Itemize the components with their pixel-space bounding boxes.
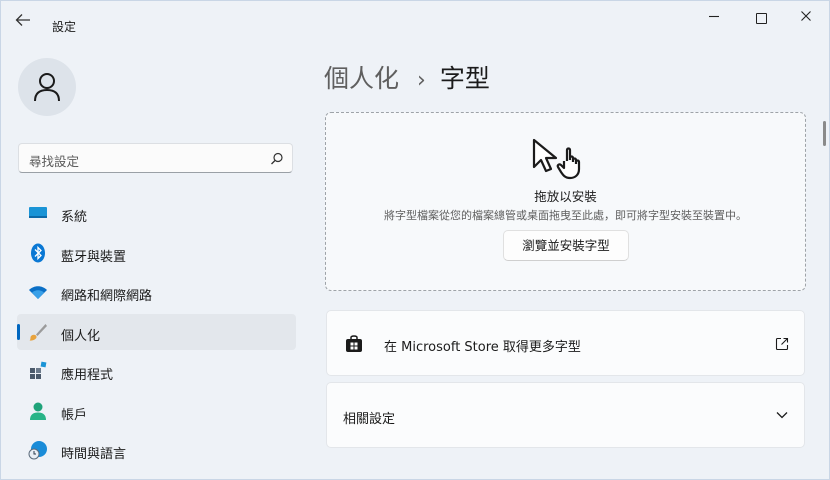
related-settings-expander[interactable]: 相關設定	[326, 382, 805, 448]
sidebar-item-time-language[interactable]: 時間與語言	[17, 432, 296, 468]
sidebar-item-bluetooth[interactable]: 藍牙與裝置	[17, 235, 296, 271]
drop-zone-title: 拖放以安裝	[534, 189, 597, 204]
drop-zone-description: 將字型檔案從您的檔案總管或桌面拖曳至此處，即可將字型安裝至裝置中。	[384, 209, 747, 222]
related-settings-label: 相關設定	[343, 412, 396, 427]
sidebar-item-label: 帳戶	[61, 407, 88, 423]
search-placeholder: 尋找設定	[29, 154, 80, 169]
user-icon	[34, 73, 60, 102]
close-button[interactable]	[790, 7, 822, 29]
sidebar-item-label: 時間與語言	[61, 447, 127, 462]
sidebar-item-label: 網路和網際網路	[61, 289, 153, 304]
bluetooth-icon	[31, 243, 45, 262]
font-drop-zone[interactable]: 拖放以安裝 將字型檔案從您的檔案總管或桌面拖曳至此處，即可將字型安裝至裝置中。 …	[325, 112, 806, 291]
maximize-icon	[755, 12, 767, 24]
microsoft-store-fonts-link[interactable]: 在 Microsoft Store 取得更多字型	[326, 310, 805, 376]
search-icon[interactable]	[270, 152, 284, 166]
external-link-icon	[775, 337, 789, 351]
close-icon	[801, 11, 811, 21]
store-icon	[346, 335, 362, 352]
back-button[interactable]	[15, 13, 35, 29]
wifi-icon	[29, 286, 47, 299]
brush-icon	[29, 323, 47, 341]
back-arrow-icon	[15, 14, 30, 26]
settings-window: 設定 尋找設定 系統 藍牙與裝置 網路和網際網路 個人化 應用程式 帳戶 時間與…	[0, 0, 830, 480]
account-icon	[30, 402, 46, 420]
user-avatar[interactable]	[18, 58, 76, 116]
sidebar-item-apps[interactable]: 應用程式	[17, 353, 296, 389]
settings-search[interactable]: 尋找設定	[18, 143, 293, 173]
maximize-button[interactable]	[745, 7, 777, 29]
sidebar-nav: 系統 藍牙與裝置 網路和網際網路 個人化 應用程式 帳戶 時間與語言	[17, 195, 296, 472]
minimize-button[interactable]	[698, 7, 730, 29]
sidebar-item-label: 應用程式	[61, 368, 114, 383]
store-link-label: 在 Microsoft Store 取得更多字型	[384, 340, 581, 355]
selection-indicator	[17, 323, 20, 340]
sidebar-item-accounts[interactable]: 帳戶	[17, 393, 296, 429]
sidebar-item-system[interactable]: 系統	[17, 195, 296, 231]
window-title: 設定	[52, 20, 77, 34]
title-bar: 設定	[1, 1, 829, 37]
breadcrumb-parent[interactable]: 個人化	[324, 64, 399, 93]
chevron-down-icon	[776, 412, 788, 419]
sidebar-item-network[interactable]: 網路和網際網路	[17, 274, 296, 310]
system-monitor-icon	[29, 207, 47, 218]
breadcrumb-separator: ›	[417, 68, 426, 93]
sidebar-item-label: 個人化	[61, 328, 101, 344]
scrollbar-thumb[interactable]	[823, 121, 826, 146]
drag-hand-icon	[532, 138, 581, 180]
browse-install-fonts-button[interactable]: 瀏覽並安裝字型	[503, 230, 629, 261]
sidebar-item-label: 系統	[61, 210, 88, 225]
apps-icon	[30, 361, 47, 379]
page-title: 字型	[439, 64, 490, 93]
minimize-icon	[709, 15, 719, 18]
time-language-icon	[28, 441, 47, 460]
sidebar-item-label: 藍牙與裝置	[61, 249, 127, 265]
sidebar-item-personalization[interactable]: 個人化	[17, 313, 296, 350]
breadcrumb: 個人化 › 字型	[324, 59, 490, 95]
